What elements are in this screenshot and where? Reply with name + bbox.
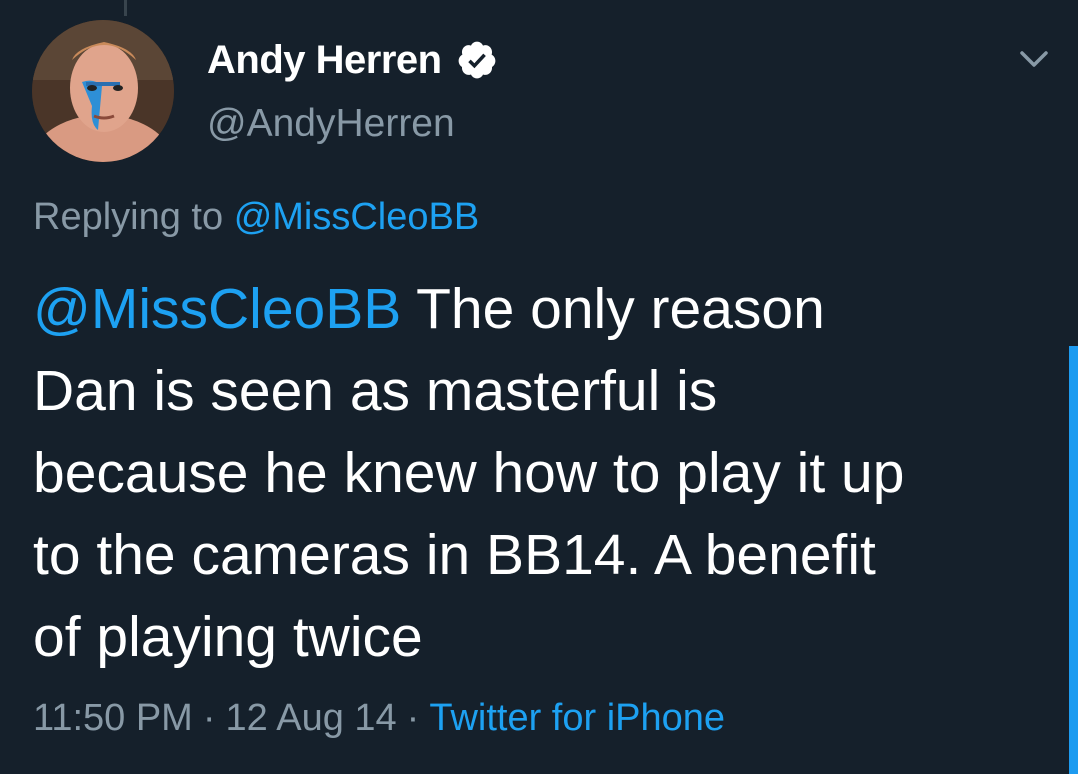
tweet-time[interactable]: 11:50 PM: [33, 697, 193, 739]
tweet-mention-link[interactable]: @MissCleoBB: [33, 277, 401, 341]
reply-target-link[interactable]: @MissCleoBB: [234, 196, 480, 238]
tweet-line-text: The only reason: [416, 277, 825, 341]
author-name-row: Andy Herren: [207, 32, 498, 88]
author-handle[interactable]: @AndyHerren: [207, 102, 455, 146]
avatar-image: [32, 20, 174, 162]
verified-badge-icon: [456, 39, 498, 81]
tweet-date[interactable]: 12 Aug 14: [226, 697, 397, 739]
avatar[interactable]: [32, 20, 174, 162]
tweet-line-5: of playing twice: [33, 605, 423, 669]
tweet-meta: 11:50 PM · 12 Aug 14 · Twitter for iPhone: [33, 697, 725, 740]
replying-to-label: Replying to: [33, 196, 224, 238]
meta-separator: ·: [202, 697, 216, 739]
tweet-source-link[interactable]: Twitter for iPhone: [429, 697, 725, 739]
tweet-line-3: because he knew how to play it up: [33, 441, 905, 505]
meta-separator: ·: [406, 697, 420, 739]
replying-to-line: Replying to @MissCleoBB: [33, 196, 479, 239]
thread-connector-line: [124, 0, 127, 16]
tweet-line-2: Dan is seen as masterful is: [33, 359, 718, 423]
chevron-down-icon[interactable]: [1014, 44, 1054, 74]
display-name[interactable]: Andy Herren: [207, 38, 442, 83]
tweet-body: @MissCleoBB The only reason Dan is seen …: [33, 268, 1043, 678]
scrollbar-thumb[interactable]: [1069, 346, 1078, 774]
tweet-line-1: @MissCleoBB The only reason: [33, 268, 1043, 350]
tweet-line-4: to the cameras in BB14. A benefit: [33, 523, 876, 587]
